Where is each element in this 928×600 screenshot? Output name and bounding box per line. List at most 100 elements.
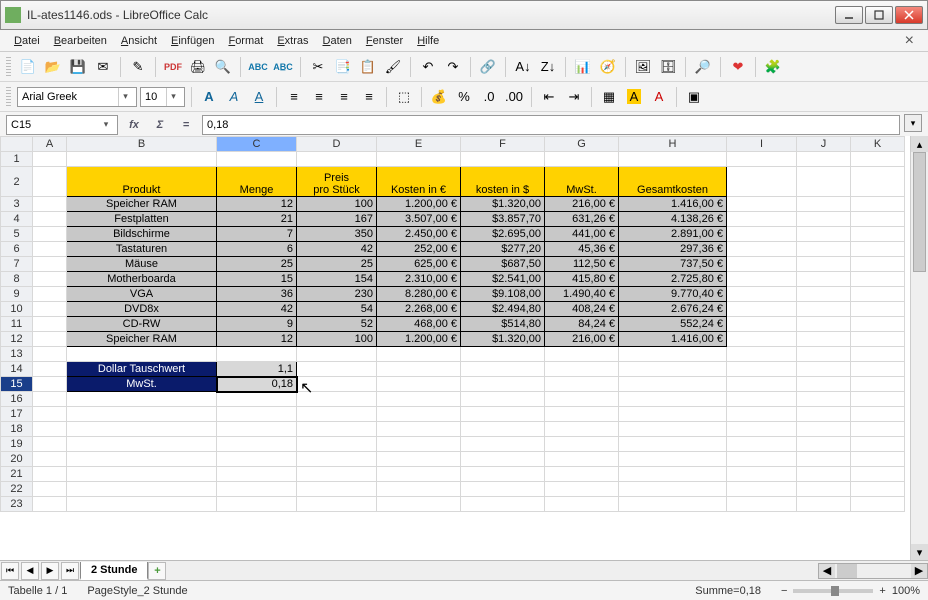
cell[interactable] — [727, 302, 797, 317]
cell-preis[interactable]: 167 — [297, 212, 377, 227]
cell[interactable] — [545, 482, 619, 497]
zoom-control[interactable]: − + 100% — [781, 585, 920, 597]
zoom-icon[interactable]: 🔎 — [692, 56, 714, 78]
cell[interactable] — [797, 167, 851, 197]
cell[interactable] — [797, 497, 851, 512]
cell[interactable] — [727, 212, 797, 227]
cell-kosten-usd[interactable]: $514,80 — [461, 317, 545, 332]
cell[interactable] — [297, 437, 377, 452]
cell[interactable] — [297, 347, 377, 362]
cell[interactable] — [797, 242, 851, 257]
cell[interactable] — [727, 152, 797, 167]
cell[interactable] — [545, 497, 619, 512]
cell[interactable] — [727, 437, 797, 452]
cell[interactable] — [797, 362, 851, 377]
paste-icon[interactable]: 📋 — [357, 56, 379, 78]
cell[interactable] — [619, 482, 727, 497]
cell[interactable] — [461, 452, 545, 467]
print-icon[interactable]: 🖨 — [187, 56, 209, 78]
cell[interactable] — [851, 437, 905, 452]
cell[interactable] — [377, 407, 461, 422]
cell-menge[interactable]: 15 — [217, 272, 297, 287]
navigator-icon[interactable]: 🧭 — [597, 56, 619, 78]
col-header-K[interactable]: K — [851, 137, 905, 152]
cell[interactable] — [461, 347, 545, 362]
cell-kosten-usd[interactable]: $1.320,00 — [461, 332, 545, 347]
cell-preis[interactable]: 230 — [297, 287, 377, 302]
cell[interactable] — [297, 482, 377, 497]
cell[interactable] — [67, 482, 217, 497]
align-justify-icon[interactable]: ≡ — [358, 86, 380, 108]
row-header-12[interactable]: 12 — [1, 332, 33, 347]
cell[interactable] — [67, 497, 217, 512]
sum-icon[interactable]: Σ — [150, 115, 170, 135]
cell[interactable] — [619, 422, 727, 437]
cell-preis[interactable]: 350 — [297, 227, 377, 242]
cell[interactable] — [461, 407, 545, 422]
cell[interactable] — [33, 497, 67, 512]
cell[interactable] — [727, 242, 797, 257]
cell[interactable] — [797, 392, 851, 407]
cell[interactable] — [727, 197, 797, 212]
cell[interactable] — [619, 497, 727, 512]
cell-mwst[interactable]: 84,24 € — [545, 317, 619, 332]
cell-kosten-eur[interactable]: 252,00 € — [377, 242, 461, 257]
percent-icon[interactable]: % — [453, 86, 475, 108]
cell[interactable] — [461, 437, 545, 452]
col-header-C[interactable]: C — [217, 137, 297, 152]
cell[interactable] — [377, 497, 461, 512]
horizontal-scrollbar[interactable]: ◀ ▶ — [818, 563, 928, 579]
cell[interactable] — [797, 482, 851, 497]
cell-kosten-eur[interactable]: 3.507,00 € — [377, 212, 461, 227]
cell[interactable] — [797, 152, 851, 167]
cell-gesamt[interactable]: 4.138,26 € — [619, 212, 727, 227]
row-header-19[interactable]: 19 — [1, 437, 33, 452]
row-header-18[interactable]: 18 — [1, 422, 33, 437]
cell-kosten-usd[interactable]: $9.108,00 — [461, 287, 545, 302]
cell-gesamt[interactable]: 1.416,00 € — [619, 197, 727, 212]
cell[interactable] — [619, 347, 727, 362]
cell-produkt[interactable]: DVD8x — [67, 302, 217, 317]
cell[interactable] — [461, 497, 545, 512]
cell[interactable] — [217, 497, 297, 512]
cell-kosten-eur[interactable]: 2.310,00 € — [377, 272, 461, 287]
row-header-14[interactable]: 14 — [1, 362, 33, 377]
scroll-left-icon[interactable]: ◀ — [819, 564, 835, 578]
cell[interactable] — [851, 377, 905, 392]
gridlines-icon[interactable]: ▣ — [683, 86, 705, 108]
bold-icon[interactable]: A — [198, 86, 220, 108]
cell[interactable] — [217, 422, 297, 437]
col-header-B[interactable]: B — [67, 137, 217, 152]
close-button[interactable] — [895, 6, 923, 24]
row-header-5[interactable]: 5 — [1, 227, 33, 242]
cell[interactable] — [217, 437, 297, 452]
cell-menge[interactable]: 12 — [217, 332, 297, 347]
cell[interactable] — [851, 347, 905, 362]
cell[interactable] — [797, 407, 851, 422]
tab-first-icon[interactable]: ⏮ — [1, 562, 19, 580]
cell[interactable] — [377, 377, 461, 392]
cell[interactable] — [797, 212, 851, 227]
cell[interactable] — [727, 287, 797, 302]
cell[interactable] — [545, 347, 619, 362]
cell-kosten-eur[interactable]: 2.450,00 € — [377, 227, 461, 242]
cell[interactable] — [797, 287, 851, 302]
cell-gesamt[interactable]: 2.725,80 € — [619, 272, 727, 287]
zoom-in-icon[interactable]: + — [879, 585, 885, 597]
cell[interactable] — [797, 452, 851, 467]
col-header-H[interactable]: H — [619, 137, 727, 152]
cell-menge[interactable]: 9 — [217, 317, 297, 332]
cell[interactable] — [33, 482, 67, 497]
scroll-down-icon[interactable]: ▾ — [911, 544, 928, 560]
underline-icon[interactable]: A — [248, 86, 270, 108]
cell[interactable] — [461, 422, 545, 437]
col-header-A[interactable]: A — [33, 137, 67, 152]
cell[interactable] — [619, 452, 727, 467]
cell-kosten-usd[interactable]: $1.320,00 — [461, 197, 545, 212]
cell[interactable] — [851, 317, 905, 332]
sort-desc-icon[interactable]: Z↓ — [537, 56, 559, 78]
menu-datei[interactable]: Datei — [8, 33, 46, 49]
cell[interactable] — [297, 467, 377, 482]
cell[interactable] — [619, 362, 727, 377]
cell-produkt[interactable]: Festplatten — [67, 212, 217, 227]
